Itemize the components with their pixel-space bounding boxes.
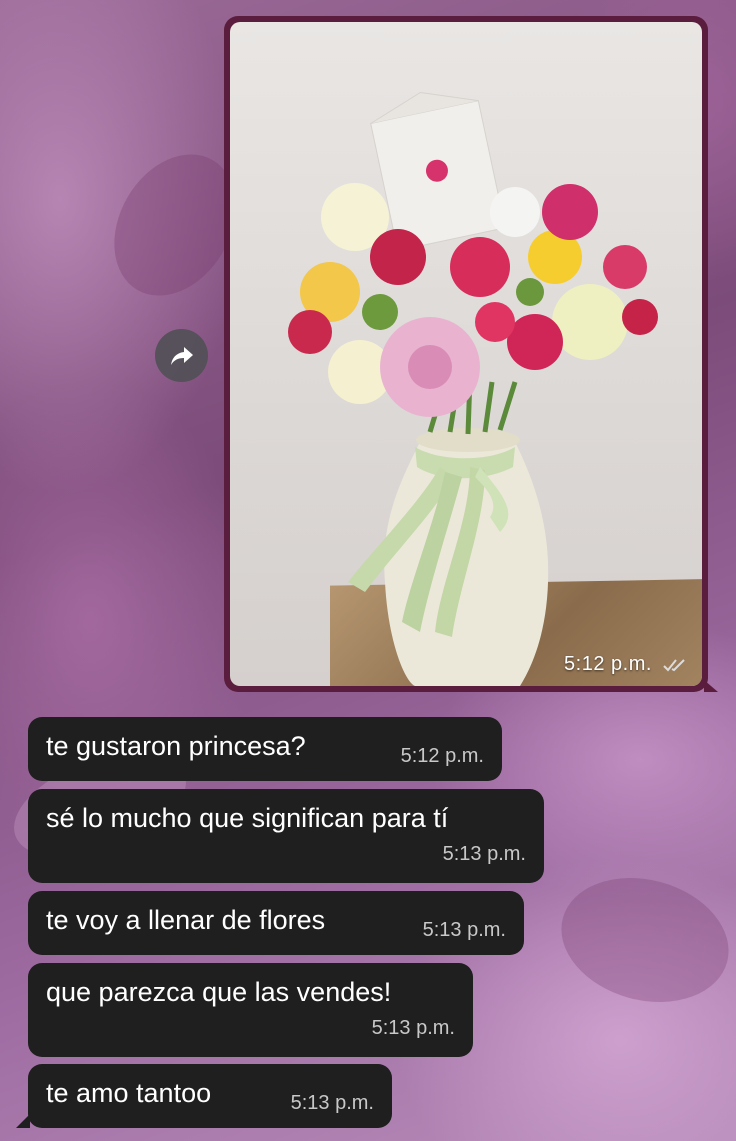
message-time: 5:12 p.m. [400, 745, 484, 767]
message-bubble[interactable]: que parezca que las vendes! 5:13 p.m. [28, 963, 473, 1057]
forward-button[interactable] [155, 329, 208, 382]
message-bubble[interactable]: te voy a llenar de flores 5:13 p.m. [28, 891, 524, 955]
wallpaper-petal [547, 860, 736, 1020]
double-check-icon [663, 659, 685, 672]
bouquet-illustration [288, 91, 658, 686]
message-text: te voy a llenar de flores [46, 905, 326, 935]
message-bubble[interactable]: te gustaron princesa? 5:12 p.m. [28, 717, 502, 781]
bubble-tail [16, 1114, 30, 1128]
message-bubble[interactable]: sé lo mucho que significan para tí 5:13 … [28, 789, 544, 883]
image-timestamp: 5:12 p.m. [564, 653, 688, 676]
message-text: te gustaron princesa? [46, 731, 306, 761]
forward-arrow-icon [170, 346, 193, 365]
message-time: 5:13 p.m. [442, 843, 526, 865]
message-text: que parezca que las vendes! [46, 977, 392, 1007]
message-bubble[interactable]: te amo tantoo 5:13 p.m. [28, 1064, 392, 1128]
message-text: sé lo mucho que significan para tí [46, 803, 449, 833]
image-time: 5:12 p.m. [564, 653, 652, 675]
flower-photo[interactable]: 5:12 p.m. [230, 22, 702, 686]
message-text: te amo tantoo [46, 1078, 212, 1108]
message-time: 5:13 p.m. [290, 1092, 374, 1114]
message-time: 5:13 p.m. [371, 1017, 455, 1039]
message-time: 5:13 p.m. [422, 919, 506, 941]
image-message[interactable]: 5:12 p.m. [224, 16, 718, 692]
